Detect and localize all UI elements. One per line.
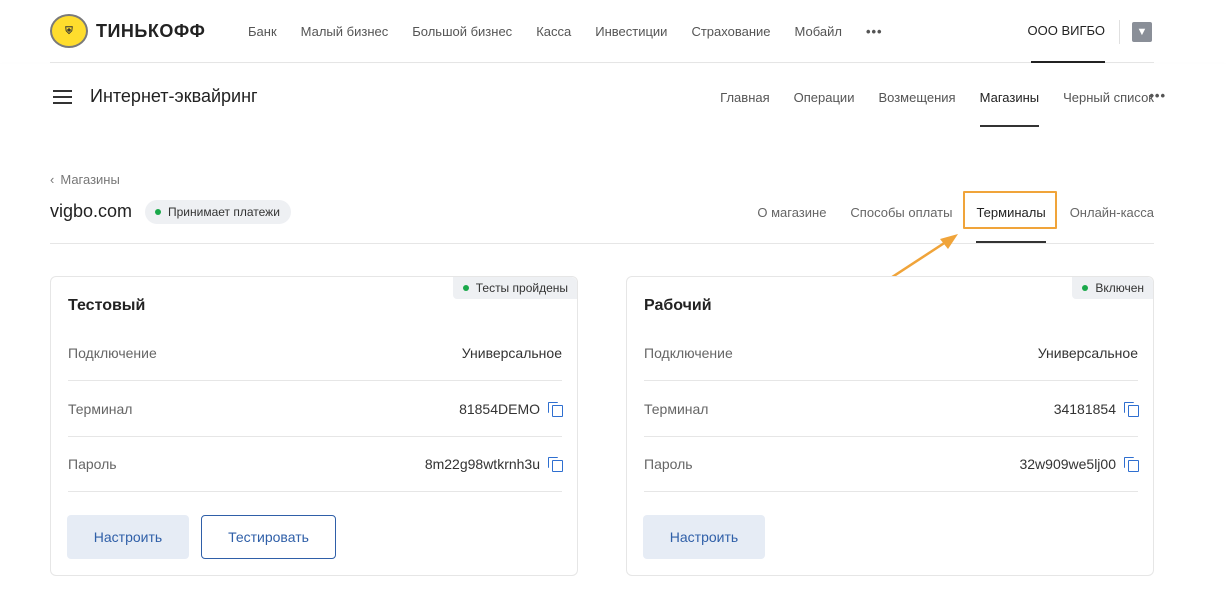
top-nav-bank[interactable]: Банк (248, 23, 277, 40)
shop-name: vigbo.com (50, 201, 133, 221)
top-header: ⛨ ТИНЬКОФФ Банк Малый бизнес Большой биз… (50, 0, 1154, 63)
prod-card-title: Рабочий (644, 297, 712, 314)
test-terminal-id: 81854DEMO (459, 401, 540, 417)
hamburger-menu-icon[interactable] (53, 90, 72, 104)
tab-about-shop[interactable]: О магазине (757, 204, 826, 221)
shop-status-text: Принимает платежи (168, 205, 280, 219)
sub-header: Интернет-эквайринг Главная Операции Возм… (0, 64, 1226, 128)
test-run-button[interactable]: Тестировать (201, 515, 336, 559)
header-divider (1119, 20, 1120, 44)
tab-online-kassa[interactable]: Онлайн-касса (1070, 204, 1154, 221)
product-nav-blacklist[interactable]: Черный список (1063, 89, 1154, 106)
top-nav: Банк Малый бизнес Большой бизнес Касса И… (248, 23, 907, 40)
shop-tabs: О магазине Способы оплаты Терминалы Онла… (733, 204, 1154, 243)
terminals-highlight-box (963, 191, 1057, 229)
company-underline (1031, 61, 1105, 63)
test-status-text: Тесты пройдены (475, 281, 568, 295)
copy-icon[interactable] (1124, 457, 1139, 472)
product-nav-shops[interactable]: Магазины (979, 89, 1039, 127)
top-nav-mobile[interactable]: Мобайл (795, 23, 842, 40)
prod-connection-row: Подключение Универсальное (644, 326, 1138, 381)
page: ⛨ ТИНЬКОФФ Банк Малый бизнес Большой биз… (0, 0, 1226, 598)
test-status-badge: Тесты пройдены (452, 277, 577, 299)
copy-icon[interactable] (548, 402, 563, 417)
prod-password-row: Пароль 32w909we5lj00 (644, 437, 1139, 492)
row-label: Терминал (68, 401, 133, 417)
tinkoff-emblem-icon: ⛨ (50, 14, 88, 48)
prod-terminal-row: Терминал 34181854 (644, 382, 1139, 437)
status-dot-icon (155, 209, 161, 215)
test-password: 8m22g98wtkrnh3u (424, 456, 540, 472)
breadcrumb-label: Магазины (60, 172, 120, 187)
test-card-title: Тестовый (68, 297, 146, 314)
prod-configure-button[interactable]: Настроить (643, 515, 765, 559)
row-label: Подключение (644, 345, 733, 361)
product-nav-operations[interactable]: Операции (794, 89, 855, 106)
company-name[interactable]: ООО ВИГБО (1028, 23, 1106, 38)
copy-icon[interactable] (548, 457, 563, 472)
test-connection-row: Подключение Универсальное (68, 326, 562, 381)
breadcrumb[interactable]: ‹ Магазины (50, 172, 120, 187)
row-value-wrap: 32w909we5lj00 (1019, 456, 1139, 472)
product-nav-refunds[interactable]: Возмещения (878, 89, 955, 106)
test-terminal-card: Тесты пройдены Тестовый Подключение Унив… (50, 276, 578, 576)
top-nav-more-icon[interactable]: ••• (866, 23, 883, 40)
chevron-left-icon: ‹ (50, 172, 55, 187)
logo-text: ТИНЬКОФФ (96, 20, 206, 41)
test-password-row: Пароль 8m22g98wtkrnh3u (68, 437, 563, 492)
shop-status-badge: Принимает платежи (145, 200, 291, 224)
top-nav-kassa[interactable]: Касса (536, 23, 571, 40)
product-nav-main[interactable]: Главная (720, 89, 769, 106)
prod-password: 32w909we5lj00 (1019, 456, 1116, 472)
row-value-wrap: 81854DEMO (459, 401, 563, 417)
logo[interactable]: ⛨ ТИНЬКОФФ (50, 14, 205, 48)
row-value: Универсальное (1037, 345, 1138, 361)
row-value-wrap: 8m22g98wtkrnh3u (424, 456, 563, 472)
product-nav-more-icon[interactable]: ••• (1149, 88, 1166, 103)
product-title: Интернет-эквайринг (90, 86, 258, 106)
prod-status-badge: Включен (1072, 277, 1153, 299)
status-dot-icon (1082, 285, 1089, 291)
content-divider (50, 243, 1154, 244)
copy-icon[interactable] (1124, 402, 1139, 417)
row-label: Пароль (68, 456, 117, 472)
product-nav: Главная Операции Возмещения Магазины Чер… (696, 89, 1154, 127)
test-terminal-row: Терминал 81854DEMO (68, 382, 563, 437)
status-dot-icon (462, 285, 469, 291)
top-nav-large-business[interactable]: Большой бизнес (412, 23, 512, 40)
chevron-down-icon[interactable]: ▼ (1132, 22, 1152, 42)
top-nav-investments[interactable]: Инвестиции (595, 23, 667, 40)
row-label: Подключение (68, 345, 157, 361)
row-label: Терминал (644, 401, 709, 417)
top-nav-insurance[interactable]: Страхование (691, 23, 770, 40)
row-value-wrap: 34181854 (1053, 401, 1139, 417)
prod-terminal-id: 34181854 (1053, 401, 1116, 417)
top-nav-small-business[interactable]: Малый бизнес (301, 23, 389, 40)
prod-terminal-card: Включен Рабочий Подключение Универсально… (626, 276, 1154, 576)
tab-payment-methods[interactable]: Способы оплаты (850, 204, 952, 221)
row-value: Универсальное (461, 345, 562, 361)
test-configure-button[interactable]: Настроить (67, 515, 189, 559)
prod-status-text: Включен (1095, 281, 1144, 295)
row-label: Пароль (644, 456, 693, 472)
